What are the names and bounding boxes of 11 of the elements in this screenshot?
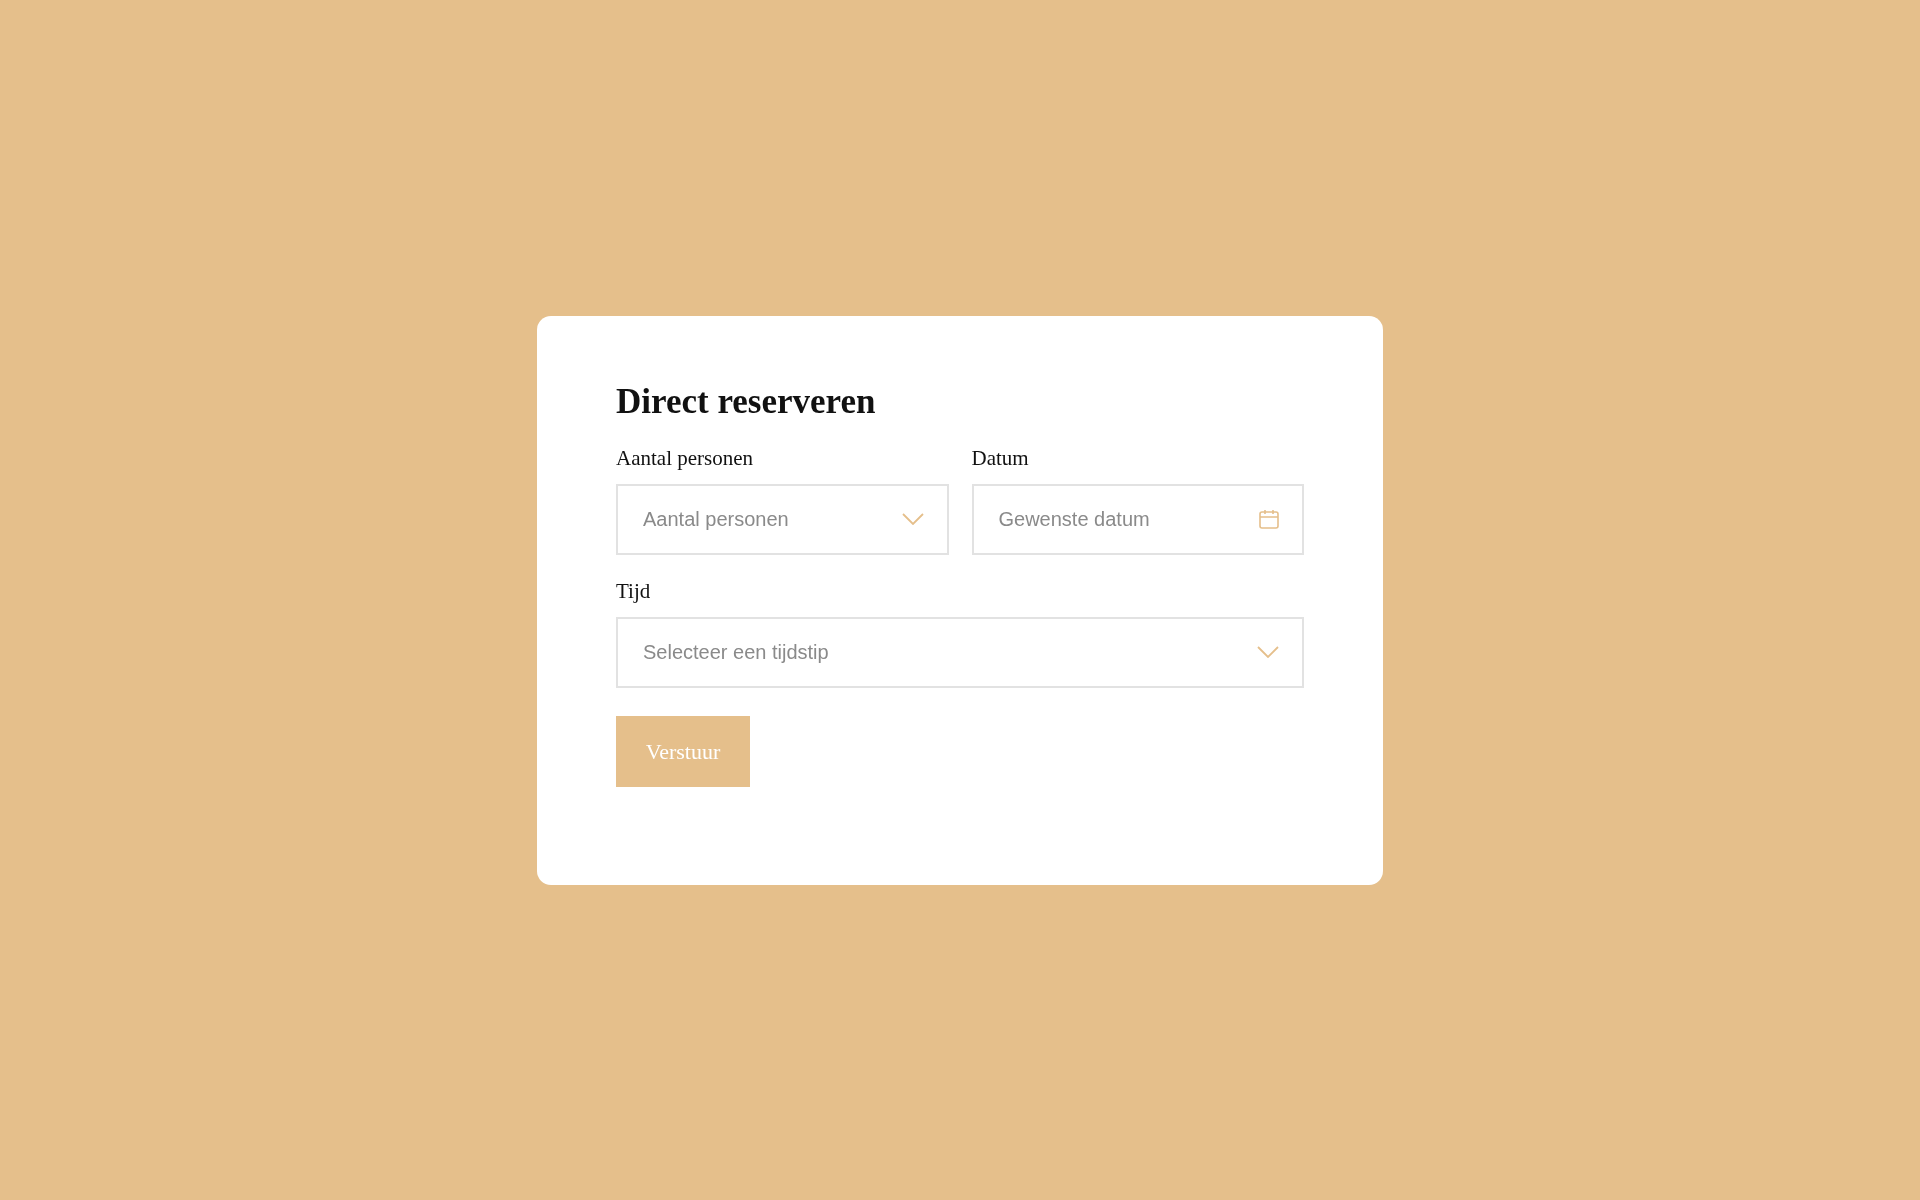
select-field[interactable]: Aantal personen: [616, 483, 949, 555]
submit-button[interactable]: Verstuur: [616, 715, 750, 787]
form-title: Direct reserveren: [616, 380, 877, 423]
date-field[interactable]: Gewenste datum: [971, 483, 1304, 555]
select-field[interactable]: Selecteer een tijdstip: [616, 616, 1304, 688]
calendar-icon: [1259, 509, 1279, 529]
chevron-down-icon: [1257, 646, 1279, 658]
field-label: Aantal personen: [616, 444, 755, 472]
chevron-down-icon: [901, 513, 924, 525]
field-label: Tijd: [616, 577, 652, 605]
field-label: Datum: [971, 444, 1030, 472]
